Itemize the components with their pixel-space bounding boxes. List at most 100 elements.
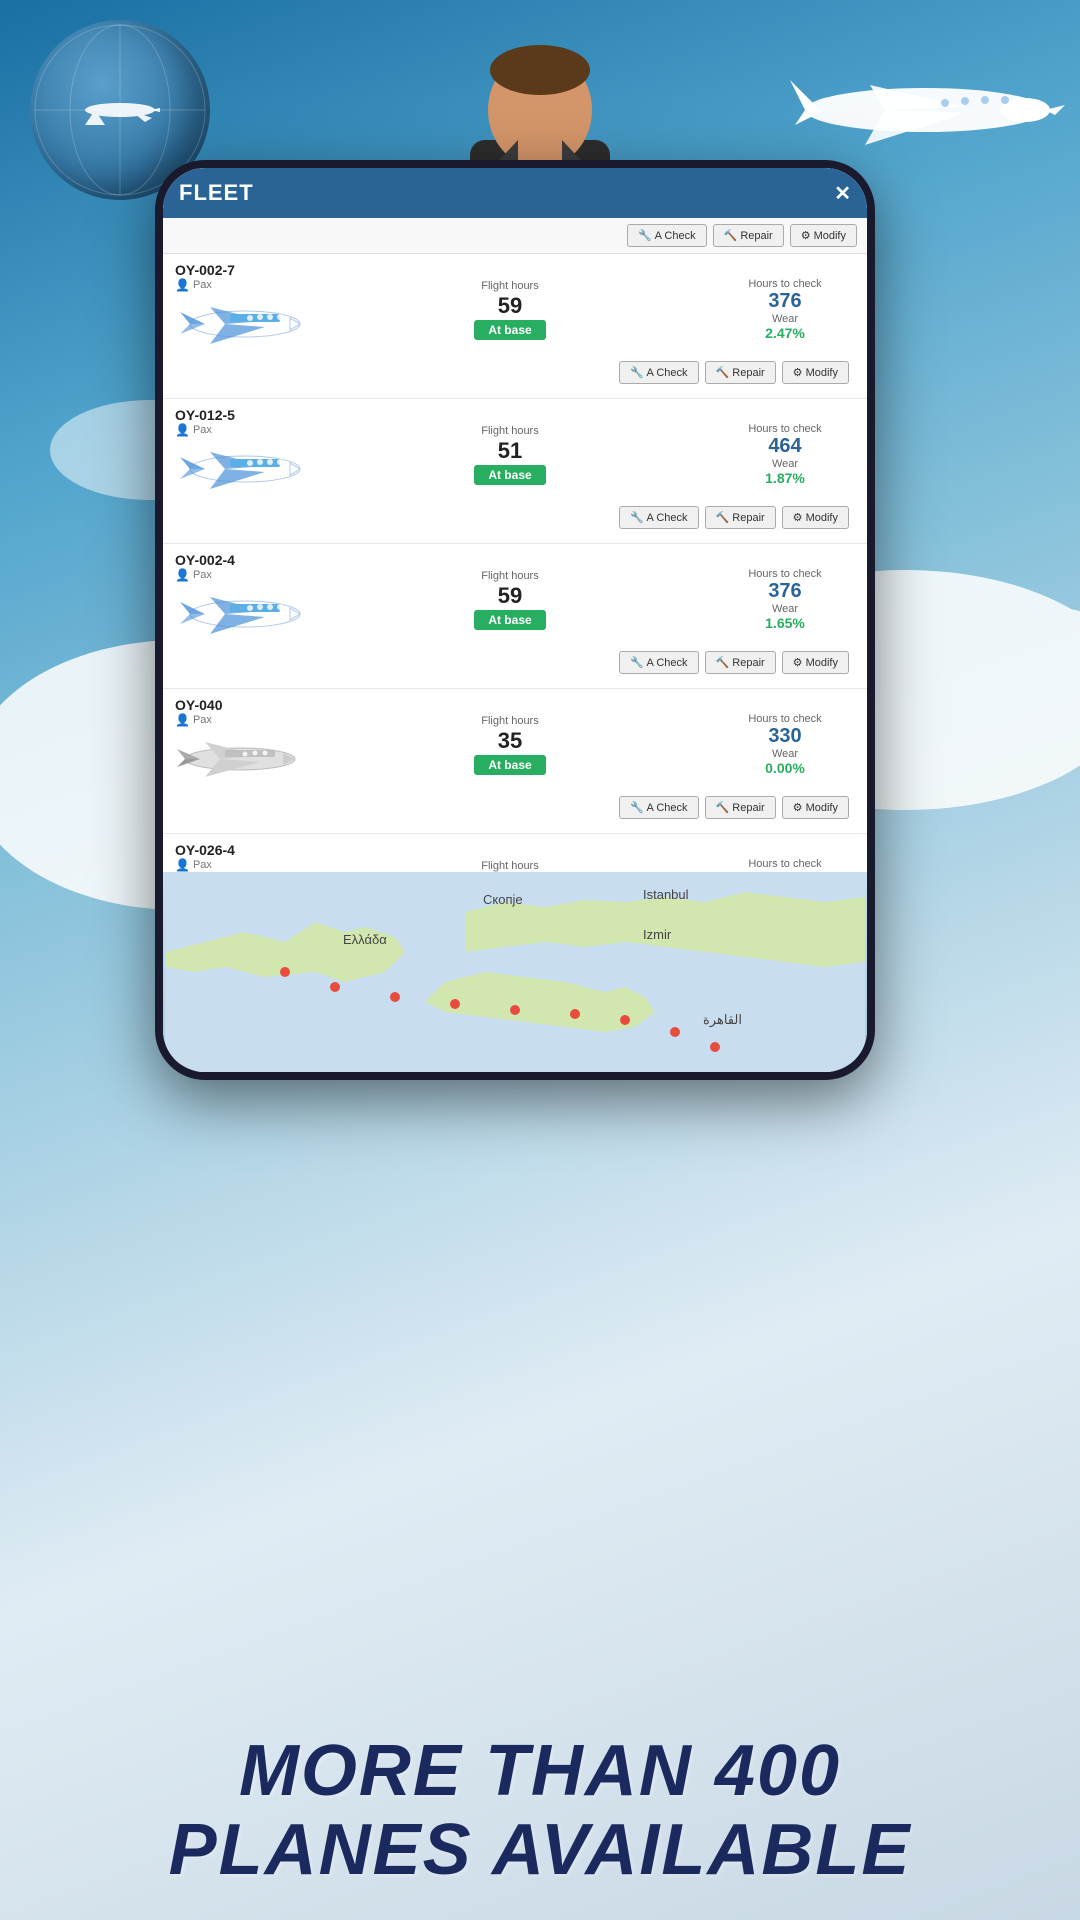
promo-section: MORE THAN 400 PLANES AVAILABLE xyxy=(0,1732,1080,1890)
plane-id-4: OY-026-4 xyxy=(175,842,305,858)
plane-id-0: OY-002-7 xyxy=(175,262,305,278)
plane-stats-right-1: Hours to check 464 Wear 1.87% xyxy=(715,423,855,486)
wear-value-3: 0.00% xyxy=(715,760,855,776)
plane-row: OY-002-7 👤Pax Flight hours 59 At base xyxy=(163,254,867,399)
map-label: Izmir xyxy=(643,927,671,942)
wear-label-0: Wear xyxy=(715,313,855,325)
a-check-button-3[interactable]: 🔧 A Check xyxy=(619,796,698,819)
a-check-button-0[interactable]: 🔧 A Check xyxy=(619,361,698,384)
a-check-button-top[interactable]: 🔧 A Check xyxy=(627,224,707,247)
plane-image-4: OY-026-4 👤Pax xyxy=(175,842,305,872)
modify-button-2[interactable]: ⚙ Modify xyxy=(782,651,849,674)
plane-image-1: OY-012-5 👤Pax xyxy=(175,407,305,502)
row-actions-0: 🔧 A Check 🔨 Repair ⚙ Modify xyxy=(175,357,855,390)
plane-row: OY-012-5 👤Pax Flight hours 51 At base xyxy=(163,399,867,544)
plane-row: OY-002-4 👤Pax Flight hours 59 At base xyxy=(163,544,867,689)
row-actions-1: 🔧 A Check 🔨 Repair ⚙ Modify xyxy=(175,502,855,535)
flight-hours-value-2: 59 xyxy=(498,585,522,607)
repair-button-2[interactable]: 🔨 Repair xyxy=(705,651,776,674)
plane-image-2: OY-002-4 👤Pax xyxy=(175,552,305,647)
plane-row: OY-040 👤Pax Flight hours 35 At base xyxy=(163,689,867,834)
map-label: Ελλάδα xyxy=(343,932,387,947)
plane-id-3: OY-040 xyxy=(175,697,305,713)
plane-row: OY-026-4 👤Pax Flight hours 35 xyxy=(163,834,867,872)
hours-to-check-label-3: Hours to check xyxy=(715,713,855,725)
plane-row-content-1: OY-012-5 👤Pax Flight hours 51 At base xyxy=(175,407,855,502)
plane-image-3: OY-040 👤Pax xyxy=(175,697,305,792)
plane-type-1: 👤Pax xyxy=(175,423,305,437)
wear-label-1: Wear xyxy=(715,458,855,470)
hours-to-check-value-1: 464 xyxy=(715,435,855,458)
plane-stats-right-3: Hours to check 330 Wear 0.00% xyxy=(715,713,855,776)
plane-info-center-4: Flight hours 35 At base xyxy=(315,860,705,873)
a-check-button-1[interactable]: 🔧 A Check xyxy=(619,506,698,529)
a-check-button-2[interactable]: 🔧 A Check xyxy=(619,651,698,674)
plane-id-2: OY-002-4 xyxy=(175,552,305,568)
wear-label-2: Wear xyxy=(715,603,855,615)
plane-info-center-3: Flight hours 35 At base xyxy=(315,715,705,775)
plane-type-3: 👤Pax xyxy=(175,713,305,727)
plane-id-1: OY-012-5 xyxy=(175,407,305,423)
plane-stats-right-2: Hours to check 376 Wear 1.65% xyxy=(715,568,855,631)
hours-to-check-value-0: 376 xyxy=(715,290,855,313)
fleet-title: FLEET xyxy=(179,180,254,206)
row-actions-2: 🔧 A Check 🔨 Repair ⚙ Modify xyxy=(175,647,855,680)
flight-hours-label-1: Flight hours xyxy=(481,425,538,437)
status-badge-0: At base xyxy=(474,320,545,340)
deco-plane-right xyxy=(765,15,1065,180)
plane-type-0: 👤Pax xyxy=(175,278,305,292)
fleet-header: FLEET ✕ xyxy=(163,168,867,218)
plane-stats-right-0: Hours to check 376 Wear 2.47% xyxy=(715,278,855,341)
phone-device: FLEET ✕ 🔧 A Check 🔨 Repair ⚙ Modify OY-0… xyxy=(155,160,875,1080)
status-badge-3: At base xyxy=(474,755,545,775)
plane-row-content-3: OY-040 👤Pax Flight hours 35 At base xyxy=(175,697,855,792)
hours-to-check-value-2: 376 xyxy=(715,580,855,603)
map-section: Cкопје Istanbul Ελλάδα Izmir القاهرة xyxy=(163,872,867,1072)
hours-to-check-label-2: Hours to check xyxy=(715,568,855,580)
hours-to-check-label-1: Hours to check xyxy=(715,423,855,435)
repair-button-3[interactable]: 🔨 Repair xyxy=(705,796,776,819)
flight-hours-label-3: Flight hours xyxy=(481,715,538,727)
modify-button-3[interactable]: ⚙ Modify xyxy=(782,796,849,819)
map-label: القاهرة xyxy=(703,1012,742,1028)
map-background: Cкопје Istanbul Ελλάδα Izmir القاهرة xyxy=(163,872,867,1072)
hours-to-check-label-4: Hours to check xyxy=(715,858,855,870)
flight-hours-label-0: Flight hours xyxy=(481,280,538,292)
repair-button-0[interactable]: 🔨 Repair xyxy=(705,361,776,384)
plane-row-content-4: OY-026-4 👤Pax Flight hours 35 xyxy=(175,842,855,872)
fleet-close-button[interactable]: ✕ xyxy=(834,181,851,206)
flight-hours-label-2: Flight hours xyxy=(481,570,538,582)
plane-list: OY-002-7 👤Pax Flight hours 59 At base xyxy=(163,254,867,872)
flight-hours-label-4: Flight hours xyxy=(481,860,538,872)
plane-type-2: 👤Pax xyxy=(175,568,305,582)
fleet-panel: FLEET ✕ 🔧 A Check 🔨 Repair ⚙ Modify OY-0… xyxy=(163,168,867,1072)
hours-to-check-value-3: 330 xyxy=(715,725,855,748)
plane-row-content-2: OY-002-4 👤Pax Flight hours 59 At base xyxy=(175,552,855,647)
row-actions-3: 🔧 A Check 🔨 Repair ⚙ Modify xyxy=(175,792,855,825)
plane-info-center-1: Flight hours 51 At base xyxy=(315,425,705,485)
plane-row-content-0: OY-002-7 👤Pax Flight hours 59 At base xyxy=(175,262,855,357)
flight-hours-value-1: 51 xyxy=(498,440,522,462)
flight-hours-value-0: 59 xyxy=(498,295,522,317)
promo-line1: MORE THAN 400 xyxy=(0,1732,1080,1811)
plane-type-4: 👤Pax xyxy=(175,858,305,872)
wear-value-0: 2.47% xyxy=(715,325,855,341)
wear-value-1: 1.87% xyxy=(715,470,855,486)
plane-image-0: OY-002-7 👤Pax xyxy=(175,262,305,357)
plane-stats-right-4: Hours to check 350 Wear 0.00% xyxy=(715,858,855,872)
repair-button-top[interactable]: 🔨 Repair xyxy=(713,224,784,247)
top-action-row: 🔧 A Check 🔨 Repair ⚙ Modify xyxy=(163,218,867,254)
modify-button-top[interactable]: ⚙ Modify xyxy=(790,224,857,247)
flight-hours-value-3: 35 xyxy=(498,730,522,752)
modify-button-0[interactable]: ⚙ Modify xyxy=(782,361,849,384)
wear-value-2: 1.65% xyxy=(715,615,855,631)
plane-info-center-2: Flight hours 59 At base xyxy=(315,570,705,630)
modify-button-1[interactable]: ⚙ Modify xyxy=(782,506,849,529)
map-label: Istanbul xyxy=(643,887,689,902)
phone-screen: FLEET ✕ 🔧 A Check 🔨 Repair ⚙ Modify OY-0… xyxy=(163,168,867,1072)
hours-to-check-label-0: Hours to check xyxy=(715,278,855,290)
status-badge-1: At base xyxy=(474,465,545,485)
map-label: Cкопје xyxy=(483,892,523,907)
wear-label-3: Wear xyxy=(715,748,855,760)
repair-button-1[interactable]: 🔨 Repair xyxy=(705,506,776,529)
